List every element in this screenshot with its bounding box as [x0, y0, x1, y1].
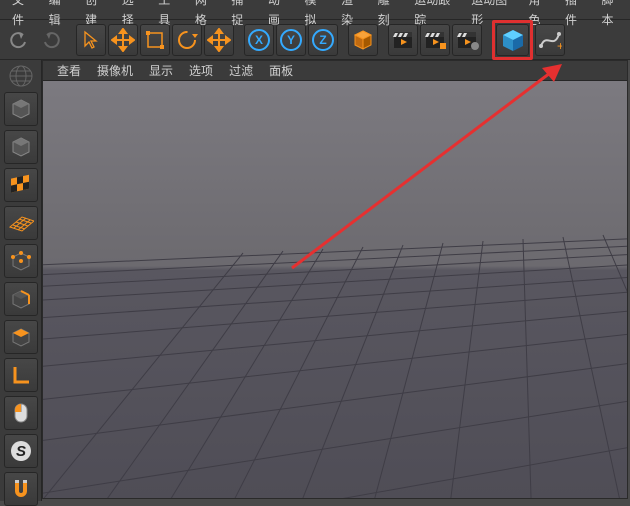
snap-s-icon: S	[9, 439, 33, 463]
spline-button[interactable]: +	[535, 24, 565, 56]
svg-text:+: +	[557, 39, 562, 52]
cube-gray-icon	[9, 97, 33, 121]
vpmenu-filter[interactable]: 过滤	[221, 62, 261, 79]
cube-gray-icon	[9, 135, 33, 159]
live-select-button[interactable]	[76, 24, 106, 56]
primitive-cube-button[interactable]	[496, 24, 529, 56]
clapper-gear-icon	[455, 28, 479, 52]
move-button[interactable]	[108, 24, 138, 56]
vpmenu-camera[interactable]: 摄像机	[89, 62, 141, 79]
tweak-mode-button[interactable]	[4, 396, 38, 430]
x-axis-button[interactable]: X	[244, 24, 274, 56]
highlight-annotation	[492, 20, 533, 60]
cube-poly-icon	[9, 325, 33, 349]
cube-glow-icon	[351, 28, 375, 52]
point-mode-button[interactable]	[4, 244, 38, 278]
scale-icon	[144, 29, 166, 51]
clapper-icon	[391, 28, 415, 52]
y-axis-button[interactable]: Y	[276, 24, 306, 56]
edge-mode-button[interactable]	[4, 282, 38, 316]
menu-script[interactable]: 脚本	[594, 0, 630, 30]
enable-snap-button[interactable]: S	[4, 434, 38, 468]
cube-points-icon	[9, 249, 33, 273]
mode-toolbar: S	[0, 60, 42, 501]
last-tool-button[interactable]	[204, 24, 234, 56]
move-icon	[111, 28, 135, 52]
coord-system-button[interactable]	[348, 24, 378, 56]
polygon-mode-button[interactable]	[4, 320, 38, 354]
z-axis-icon: Z	[311, 28, 335, 52]
arrow-cursor-icon	[80, 29, 102, 51]
render-picture-button[interactable]	[420, 24, 450, 56]
workplane-button[interactable]	[4, 206, 38, 240]
enable-axis-button[interactable]	[4, 358, 38, 392]
cube-icon	[500, 27, 526, 53]
svg-text:Y: Y	[287, 33, 295, 47]
rotate-button[interactable]	[172, 24, 202, 56]
magnet-icon	[10, 478, 32, 500]
spline-icon: +	[538, 28, 562, 52]
render-view-button[interactable]	[388, 24, 418, 56]
viewport-panel: 查看 摄像机 显示 选项 过滤 面板 透视视图	[42, 60, 628, 499]
cube-edge-icon	[9, 287, 33, 311]
make-editable-button[interactable]	[4, 92, 38, 126]
axis-L-icon	[10, 364, 32, 386]
viewport-menu: 查看 摄像机 显示 选项 过滤 面板	[43, 61, 627, 81]
move-icon	[207, 28, 231, 52]
rotate-icon	[175, 28, 199, 52]
clapper-region-icon	[423, 28, 447, 52]
main-toolbar: X Y Z +	[0, 20, 630, 60]
svg-text:X: X	[255, 33, 263, 47]
vpmenu-options[interactable]: 选项	[181, 62, 221, 79]
z-axis-button[interactable]: Z	[308, 24, 338, 56]
globe-icon	[0, 64, 41, 88]
grid-icon	[8, 211, 34, 235]
render-settings-button[interactable]	[452, 24, 482, 56]
model-mode-button[interactable]	[4, 130, 38, 164]
floor-grid	[43, 81, 627, 498]
undo-button[interactable]	[4, 24, 34, 56]
vpmenu-panel[interactable]: 面板	[261, 62, 301, 79]
vpmenu-display[interactable]: 显示	[141, 62, 181, 79]
redo-button[interactable]	[36, 24, 66, 56]
svg-text:Z: Z	[319, 33, 326, 47]
checker-icon	[9, 173, 33, 197]
x-axis-icon: X	[247, 28, 271, 52]
scale-button[interactable]	[140, 24, 170, 56]
vpmenu-view[interactable]: 查看	[49, 62, 89, 79]
y-axis-icon: Y	[279, 28, 303, 52]
menu-bar: 文件 编辑 创建 选择 工具 网格 捕捉 动画 模拟 渲染 雕刻 运动跟踪 运动…	[0, 0, 630, 20]
perspective-viewport[interactable]	[43, 81, 627, 498]
svg-text:S: S	[15, 443, 25, 460]
texture-mode-button[interactable]	[4, 168, 38, 202]
mouse-icon	[10, 401, 32, 425]
